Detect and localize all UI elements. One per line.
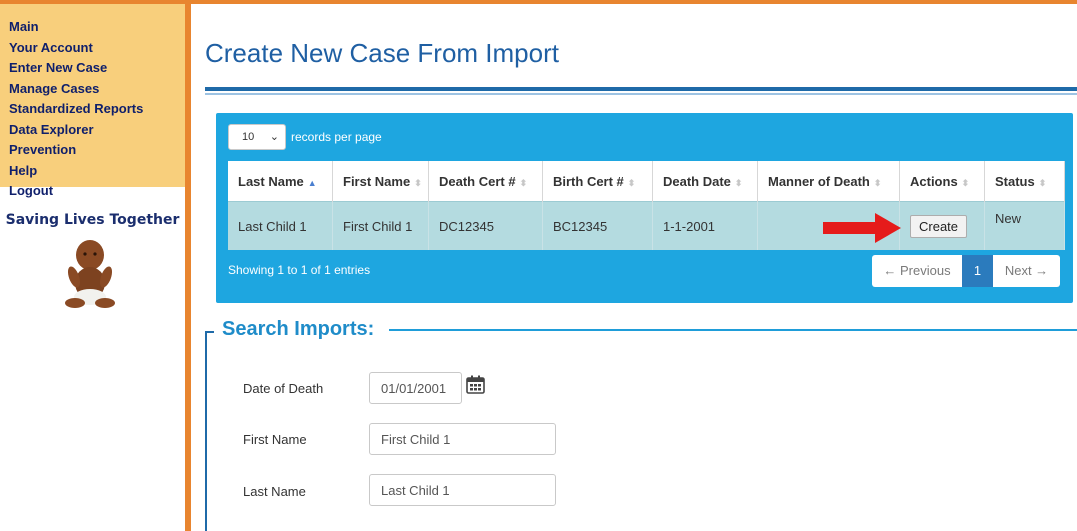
table-info: Showing 1 to 1 of 1 entries — [228, 263, 371, 277]
last-name-label: Last Name — [243, 484, 306, 499]
cell-last-name: Last Child 1 — [228, 201, 333, 250]
sort-icon: ⬍ — [1038, 177, 1047, 188]
sidebar-item-prevention[interactable]: Prevention — [9, 140, 185, 161]
sort-icon: ⬍ — [414, 177, 422, 188]
cell-death-cert: DC12345 — [428, 201, 543, 250]
last-name-input[interactable]: Last Child 1 — [369, 474, 556, 506]
calendar-icon[interactable] — [466, 375, 485, 394]
sidebar-item-standardized-reports[interactable]: Standardized Reports — [9, 99, 185, 120]
first-name-label: First Name — [243, 432, 307, 447]
search-imports-title: Search Imports: — [222, 318, 375, 340]
column-header-manner-of-death[interactable]: Manner of Death ⬍ — [757, 161, 900, 202]
title-rule — [205, 87, 1077, 91]
sidebar-item-main[interactable]: Main — [9, 17, 185, 38]
next-page-button[interactable]: Next → — [993, 255, 1060, 287]
sort-icon: ⬍ — [519, 177, 528, 188]
column-header-first-name[interactable]: First Name ⬍ — [332, 161, 429, 202]
page-1-button[interactable]: 1 — [962, 255, 993, 287]
column-header-status[interactable]: Status ⬍ — [984, 161, 1065, 202]
sidebar-item-enter-new-case[interactable]: Enter New Case — [9, 58, 185, 79]
column-header-actions[interactable]: Actions ⬍ — [899, 161, 985, 202]
sort-icon: ⬍ — [873, 177, 882, 188]
sidebar-nav: Main Your Account Enter New Case Manage … — [0, 4, 185, 198]
sort-icon: ⬍ — [627, 177, 636, 188]
cell-death-date: 1-1-2001 — [652, 201, 758, 250]
sidebar-item-data-explorer[interactable]: Data Explorer — [9, 120, 185, 141]
imports-table: Last Name ▲ First Name ⬍ Death Cert # ⬍ Bir… — [228, 161, 1065, 250]
fieldset-border — [389, 329, 1077, 331]
sidebar-item-logout[interactable]: Logout — [9, 181, 185, 202]
first-name-input[interactable]: First Child 1 — [369, 423, 556, 455]
baby-logo — [65, 240, 115, 308]
title-rule-light — [205, 93, 1077, 95]
page-length-value: 10 — [242, 131, 255, 143]
create-button[interactable]: Create — [910, 214, 968, 238]
page-title: Create New Case From Import — [205, 38, 559, 68]
column-header-death-cert[interactable]: Death Cert # ⬍ — [428, 161, 543, 202]
fieldset-border — [205, 331, 214, 333]
chevron-down-icon: ⌄ — [269, 131, 279, 143]
cell-actions: Create — [899, 201, 985, 250]
date-of-death-label: Date of Death — [243, 381, 324, 396]
sort-asc-icon: ▲ — [307, 177, 317, 188]
sidebar-item-your-account[interactable]: Your Account — [9, 38, 185, 59]
cell-status: New — [984, 201, 1065, 250]
pagination: ← Previous 1 Next → — [872, 255, 1060, 287]
fieldset-border — [205, 331, 207, 531]
sidebar-border — [185, 4, 191, 531]
sidebar-item-manage-cases[interactable]: Manage Cases — [9, 79, 185, 100]
previous-page-button[interactable]: ← Previous — [872, 255, 962, 287]
page-length-label: records per page — [291, 130, 382, 144]
results-panel: 10 ⌄ records per page Last Name ▲ First N… — [216, 113, 1073, 303]
date-of-death-input[interactable]: 01/01/2001 — [369, 372, 462, 404]
column-header-last-name[interactable]: Last Name ▲ — [228, 161, 333, 202]
table-row[interactable]: Last Child 1 First Child 1 DC12345 BC123… — [228, 201, 1065, 250]
cell-first-name: First Child 1 — [332, 201, 429, 250]
column-header-birth-cert[interactable]: Birth Cert # ⬍ — [542, 161, 653, 202]
red-arrow-icon — [823, 213, 901, 243]
sort-icon: ⬍ — [734, 177, 743, 188]
sort-icon: ⬍ — [961, 177, 970, 188]
sidebar-item-help[interactable]: Help — [9, 161, 185, 182]
cell-birth-cert: BC12345 — [542, 201, 653, 250]
tagline: Saving Lives Together — [5, 212, 180, 228]
table-header-row: Last Name ▲ First Name ⬍ Death Cert # ⬍ Bir… — [228, 161, 1065, 202]
page-length-select[interactable]: 10 ⌄ — [228, 124, 286, 150]
column-header-death-date[interactable]: Death Date ⬍ — [652, 161, 758, 202]
